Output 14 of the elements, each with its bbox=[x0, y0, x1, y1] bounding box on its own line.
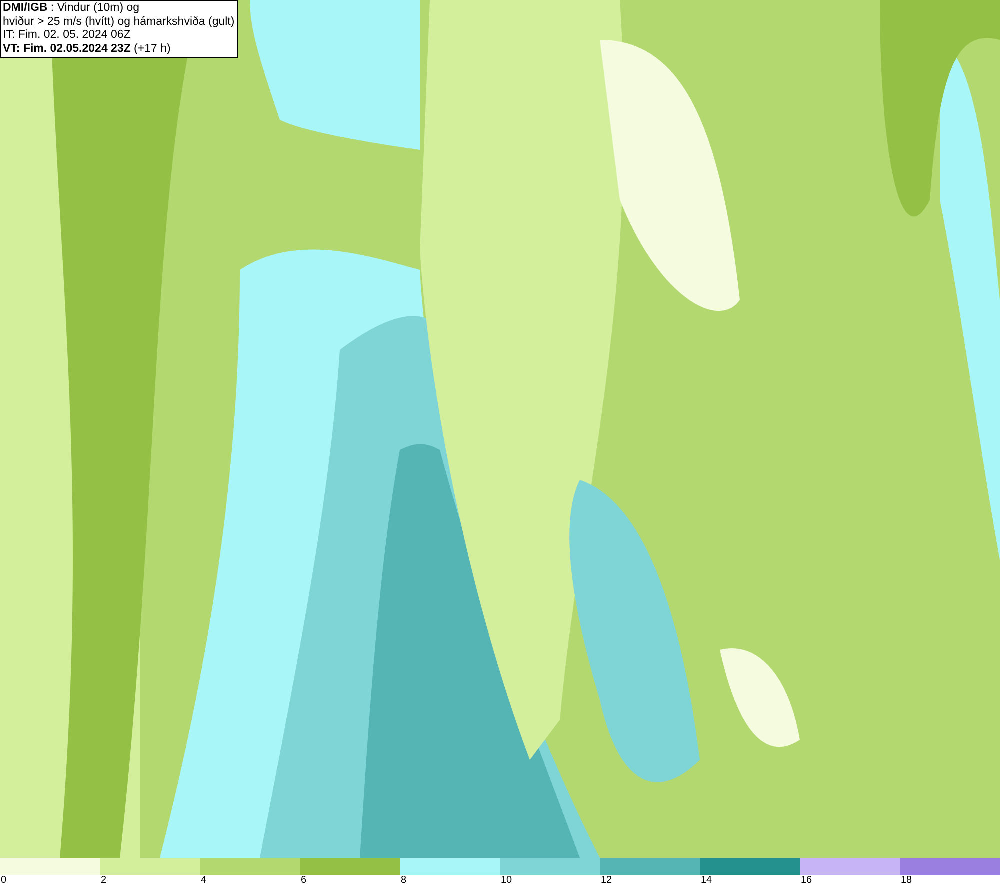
legend-label: 8 bbox=[401, 875, 407, 887]
legend-label: 14 bbox=[701, 875, 712, 887]
legend-label: 16 bbox=[801, 875, 812, 887]
title-line: DMI/IGB : Vindur (10m) og bbox=[3, 2, 141, 16]
legend-label: 10 bbox=[501, 875, 512, 887]
legend-label: 18 bbox=[901, 875, 912, 887]
title-line: IT: Fim. 02. 05. 2024 06Z bbox=[3, 29, 132, 42]
title-line: VT: Fim. 02.05.2024 23Z (+17 h) bbox=[3, 42, 172, 56]
legend-label: 2 bbox=[101, 875, 107, 887]
legend-label: 4 bbox=[201, 875, 207, 887]
legend-label: 6 bbox=[301, 875, 307, 887]
legend-label: 12 bbox=[601, 875, 612, 887]
title-line: hviður > 25 m/s (hvítt) og hámarkshviða (gult) bbox=[3, 16, 235, 29]
legend-label: 0 bbox=[1, 875, 7, 887]
